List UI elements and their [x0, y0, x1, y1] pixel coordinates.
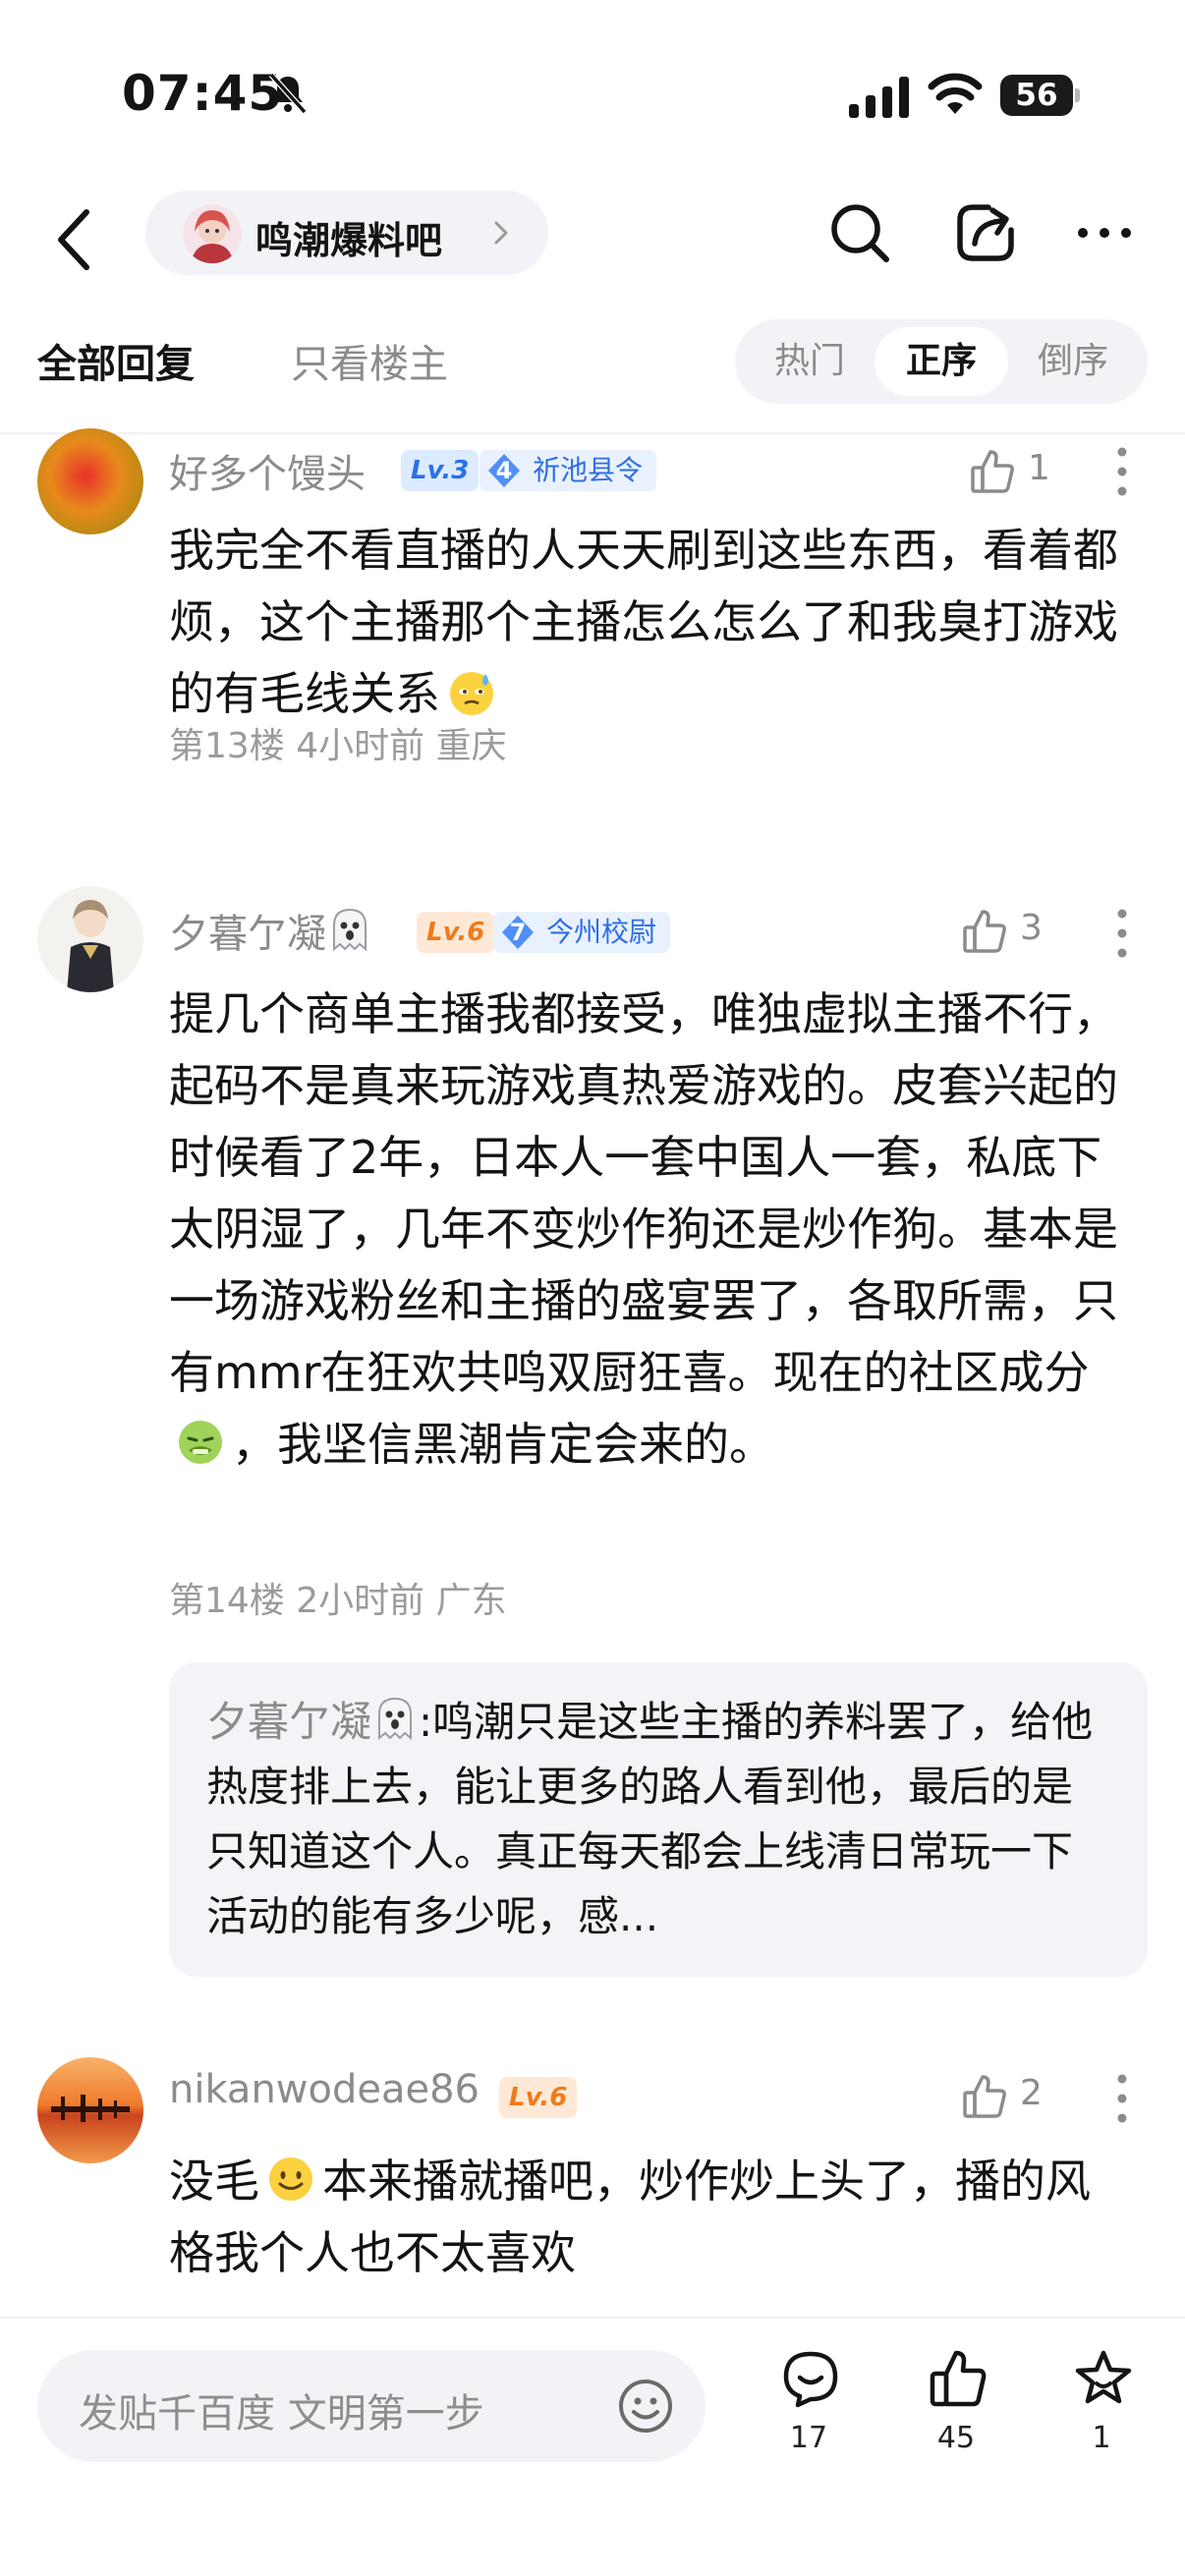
username[interactable]: nikanwodeae86	[169, 2067, 480, 2112]
more-horizontal-icon[interactable]	[1073, 210, 1136, 255]
share-icon[interactable]	[951, 198, 1020, 267]
avatar[interactable]	[37, 2057, 143, 2163]
back-arrow-icon[interactable]	[51, 200, 100, 279]
reply-post: 好多个馒头 Lv.3 4 祈池县令 1 我完全不看直播的人天天刷到这些东西，看着…	[0, 422, 1185, 835]
level-badge: Lv.3	[401, 450, 480, 491]
level-badge: Lv.6	[417, 912, 495, 953]
status-time: 07:45	[122, 65, 284, 122]
ghost-icon	[333, 908, 367, 952]
level-badge: Lv.6	[499, 2077, 578, 2118]
favorite-button[interactable]: 1	[1047, 2348, 1156, 2476]
sweat-emoji-icon	[450, 672, 493, 715]
filter-row: 全部回复 只看楼主 热门 正序 倒序	[0, 314, 1185, 413]
sort-descending[interactable]: 倒序	[1006, 327, 1140, 396]
sub-reply-preview[interactable]: 夕暮亇凝 :鸣潮只是这些主播的养料罢了，给他热度排上去，能让更多的路人看到他，最…	[169, 1662, 1148, 1977]
floor-number: 第13楼	[169, 726, 285, 766]
more-vertical-icon[interactable]	[1116, 446, 1128, 497]
wifi-icon	[928, 73, 983, 114]
comment-icon	[783, 2351, 838, 2408]
like-count: 2	[1020, 2073, 1043, 2113]
status-bar: 07:45 56	[0, 0, 1185, 187]
comments-button[interactable]: 17	[755, 2348, 863, 2476]
post-time: 2小时前	[296, 1581, 425, 1621]
compose-placeholder: 发贴千百度 文明第一步	[79, 2391, 484, 2436]
post-location: 重庆	[435, 726, 507, 766]
smile-emoji-icon	[269, 2157, 312, 2201]
like-count: 3	[1020, 908, 1043, 948]
floor-number: 第14楼	[169, 1581, 285, 1621]
forum-entry-button[interactable]: 鸣潮爆料吧	[145, 191, 548, 275]
username[interactable]: 夕暮亇凝	[169, 902, 373, 959]
nav-bar: 鸣潮爆料吧	[0, 177, 1185, 305]
comments-count: 17	[789, 2421, 828, 2455]
thumbs-up-icon	[930, 2350, 987, 2407]
forum-avatar	[183, 204, 242, 263]
post-location: 广东	[435, 1581, 507, 1621]
thread-page: 07:45 56 鸣潮爆料吧 全部回复 只看楼主 热门 正序 倒序 好多个馒头 …	[0, 0, 1185, 2576]
likes-count: 45	[936, 2421, 976, 2455]
star-icon	[1075, 2350, 1132, 2404]
post-meta: 第14楼 2小时前 广东	[169, 1572, 507, 1623]
tab-all-replies[interactable]: 全部回复	[37, 332, 195, 389]
thumbs-up-icon[interactable]	[961, 908, 1008, 955]
title-badge: 7 今州校尉	[493, 912, 671, 953]
chevron-right-icon	[494, 221, 508, 245]
sort-hot[interactable]: 热门	[743, 327, 876, 396]
reply-post: 夕暮亇凝 Lv.6 7 今州校尉 3 提几个商单主播我都接受，唯独虚拟主播不行，…	[0, 884, 1185, 1994]
more-vertical-icon[interactable]	[1116, 908, 1128, 959]
sort-ascending[interactable]: 正序	[875, 327, 1008, 396]
favorites-count: 1	[1092, 2421, 1111, 2455]
username[interactable]: 好多个馒头	[169, 442, 366, 499]
compose-input[interactable]: 发贴千百度 文明第一步	[37, 2350, 705, 2462]
more-vertical-icon[interactable]	[1116, 2073, 1128, 2124]
reply-post: nikanwodeae86 Lv.6 2 没毛 本来播就播吧，炒作炒上头了，播的…	[0, 2053, 1185, 2319]
avatar[interactable]	[37, 428, 143, 534]
forum-name: 鸣潮爆料吧	[255, 219, 443, 262]
post-content: 提几个商单主播我都接受，唯独虚拟主播不行，起码不是真来玩游戏真热爱游戏的。皮套兴…	[169, 987, 1118, 1471]
like-count: 1	[1028, 448, 1050, 488]
search-icon[interactable]	[825, 198, 894, 267]
ghost-icon	[378, 1697, 413, 1741]
tab-op-only[interactable]: 只看楼主	[291, 332, 448, 389]
sort-segmented-control: 热门 正序 倒序	[735, 319, 1148, 404]
avatar[interactable]	[37, 886, 143, 992]
nauseated-emoji-icon	[179, 1421, 222, 1464]
cellular-signal-icon	[849, 77, 909, 118]
bottom-action-bar: 发贴千百度 文明第一步 17 45 1	[0, 2317, 1185, 2576]
post-content: 没毛 本来播就播吧，炒作炒上头了，播的风格我个人也不太喜欢	[169, 2155, 1091, 2279]
thumbs-up-icon[interactable]	[969, 448, 1016, 495]
post-meta: 第13楼 4小时前 重庆	[169, 717, 507, 768]
battery-indicator: 56	[1000, 75, 1080, 116]
thumbs-up-icon[interactable]	[961, 2073, 1008, 2120]
post-time: 4小时前	[296, 726, 425, 766]
like-thread-button[interactable]: 45	[902, 2348, 1010, 2476]
post-content: 我完全不看直播的人天天刷到这些东西，看着都烦，这个主播那个主播怎么怎么了和我臭打…	[169, 524, 1118, 720]
title-badge: 4 祈池县令	[480, 450, 657, 491]
bell-muted-icon	[268, 72, 308, 115]
emoji-picker-icon[interactable]	[617, 2378, 674, 2435]
sub-reply-author: 夕暮亇凝	[206, 1697, 419, 1746]
